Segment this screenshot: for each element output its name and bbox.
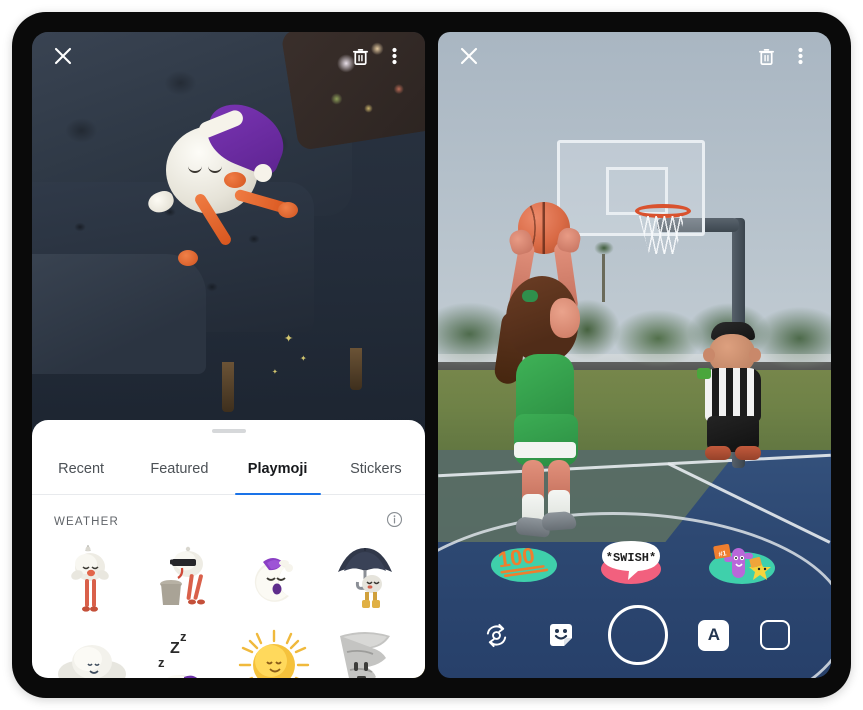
sticker-cell-happy-cloud[interactable] xyxy=(46,625,137,678)
sticker-cell-sun[interactable] xyxy=(229,625,320,678)
referee-ear-left xyxy=(703,348,715,362)
picker-tabs: Recent Featured Playmoji Stickers xyxy=(32,443,425,495)
sparkle-icon: ✦ xyxy=(272,369,278,376)
tab-recent-label: Recent xyxy=(58,460,105,477)
right-phone-screen: 100 *SWISH* #1 A xyxy=(438,32,831,678)
svg-text:#1: #1 xyxy=(718,550,727,558)
camera-flip-icon[interactable] xyxy=(479,618,513,652)
svg-text:z: z xyxy=(180,629,187,644)
player-shorts-band xyxy=(514,442,576,458)
trash-icon[interactable] xyxy=(749,39,783,73)
referee-striped-shirt xyxy=(705,368,761,422)
more-vertical-icon[interactable] xyxy=(377,39,411,73)
text-tool-button[interactable]: A xyxy=(698,619,730,651)
sticker-grid: z Z z xyxy=(32,537,425,678)
left-phone-screen: ✦ ✦ ✦ Recent Featured Playmoji Stickers … xyxy=(32,32,425,678)
referee-shoe-left xyxy=(705,446,731,460)
sticker-cell-tornado[interactable] xyxy=(320,625,411,678)
svg-text:*SWISH*: *SWISH* xyxy=(605,551,655,565)
referee-ear-right xyxy=(749,348,761,362)
sticker-cell-sleeping-moon[interactable]: z Z z xyxy=(137,625,228,678)
sticker-cell-sleepy-moon[interactable] xyxy=(229,541,320,621)
referee-playmoji[interactable] xyxy=(685,322,785,462)
text-tool-label: A xyxy=(707,625,720,644)
section-header: WEATHER xyxy=(32,495,425,537)
info-icon[interactable] xyxy=(386,511,403,533)
section-title: WEATHER xyxy=(54,516,120,528)
shutter-button[interactable] xyxy=(607,605,668,665)
referee-shoe-right xyxy=(735,446,761,460)
moon-cap-pom xyxy=(254,164,272,182)
tab-playmoji[interactable]: Playmoji xyxy=(229,443,327,495)
swish-sticker[interactable]: *SWISH* xyxy=(588,536,674,586)
svg-text:z: z xyxy=(158,655,165,670)
cactus-star-sticker[interactable]: #1 xyxy=(702,536,782,586)
couch-leg xyxy=(222,362,234,412)
svg-text:Z: Z xyxy=(170,640,180,657)
sticker-face-icon[interactable] xyxy=(544,618,578,652)
couch-armrest xyxy=(32,254,206,374)
device-bezel: ✦ ✦ ✦ Recent Featured Playmoji Stickers … xyxy=(12,12,851,698)
sleepy-moon-playmoji[interactable] xyxy=(145,95,298,270)
tab-stickers[interactable]: Stickers xyxy=(327,443,425,494)
player-shoe-right xyxy=(541,510,577,532)
tab-playmoji-label: Playmoji xyxy=(247,460,308,477)
playmoji-picker-sheet: Recent Featured Playmoji Stickers WEATHE… xyxy=(32,420,425,678)
gallery-icon[interactable] xyxy=(759,620,790,650)
sticker-cell-cloud-legs[interactable] xyxy=(46,541,137,621)
close-icon[interactable] xyxy=(452,39,486,73)
sticker-cell-umbrella[interactable] xyxy=(320,541,411,621)
moon-hand-right xyxy=(278,202,298,218)
close-icon[interactable] xyxy=(46,39,80,73)
sparkle-icon: ✦ xyxy=(284,333,294,345)
basketball-player-playmoji[interactable] xyxy=(493,202,636,538)
tab-featured[interactable]: Featured xyxy=(130,443,228,494)
player-shorts xyxy=(514,414,578,466)
couch-leg xyxy=(350,348,362,390)
sticker-cell-cloud-sunglasses[interactable] xyxy=(137,541,228,621)
tab-featured-label: Featured xyxy=(150,460,209,477)
moon-foot xyxy=(178,250,198,266)
sticker-tray: 100 *SWISH* #1 xyxy=(438,530,831,592)
basketball-rim xyxy=(635,204,691,218)
right-topbar xyxy=(438,32,831,80)
trash-icon[interactable] xyxy=(343,39,377,73)
sparkle-icon: ✦ xyxy=(300,354,307,363)
tab-recent[interactable]: Recent xyxy=(32,443,130,494)
left-topbar xyxy=(32,32,425,80)
dual-phone-screens: ✦ ✦ ✦ Recent Featured Playmoji Stickers … xyxy=(32,32,831,678)
referee-whistle xyxy=(697,368,711,379)
tab-stickers-label: Stickers xyxy=(350,460,402,477)
player-scrunchie xyxy=(522,290,538,302)
more-vertical-icon[interactable] xyxy=(783,39,817,73)
moon-nose xyxy=(224,172,246,188)
camera-bottombar: A xyxy=(438,592,831,678)
hundred-sticker[interactable]: 100 xyxy=(488,538,560,584)
drag-handle[interactable] xyxy=(211,429,246,433)
player-face xyxy=(550,298,580,338)
